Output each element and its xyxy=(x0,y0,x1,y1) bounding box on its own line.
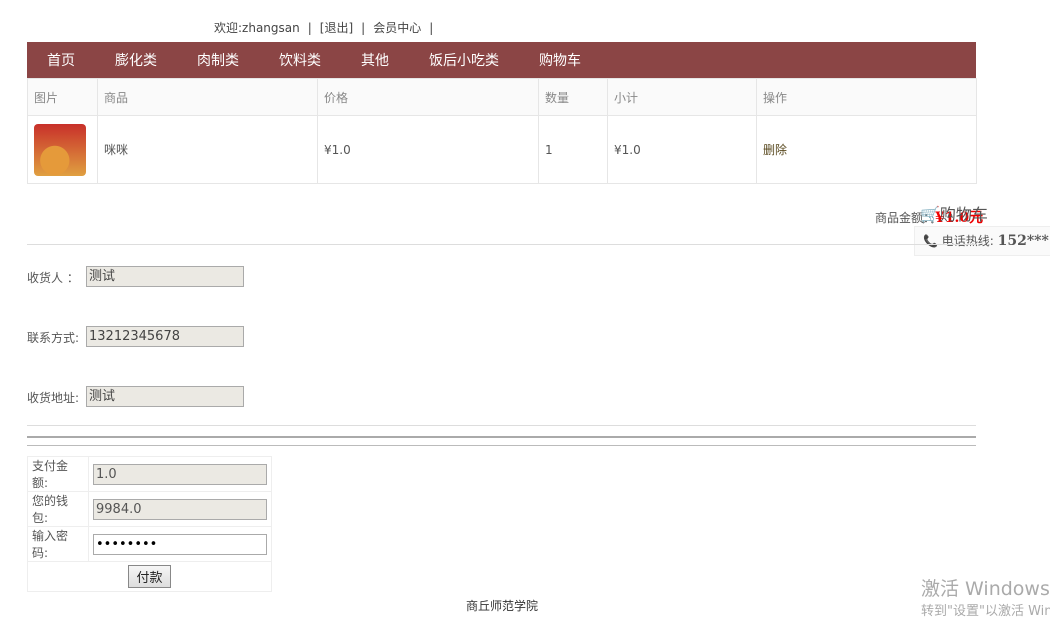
product-subtotal: ¥1.0 xyxy=(607,115,757,184)
col-price: 价格 xyxy=(317,78,539,116)
hotline-box: 📞 电话热线: 152*** xyxy=(914,226,1050,256)
wallet-input[interactable]: 9984.0 xyxy=(93,498,267,520)
divider xyxy=(27,445,976,446)
payment-table: 支付金额: 1.0 您的钱包: 9984.0 输入密码: •••••••• 付款 xyxy=(27,456,272,592)
password-label: 输入密码: xyxy=(27,526,89,562)
separator: | xyxy=(429,21,434,35)
top-bar: 欢迎:zhangsan | [退出] | 会员中心 | xyxy=(210,19,437,36)
logout-link[interactable]: [退出] xyxy=(320,21,353,35)
product-name: 咪咪 xyxy=(97,115,318,184)
cart-table: 图片 商品 价格 数量 小计 操作 咪咪 ¥1.0 1 ¥1.0 删除 xyxy=(27,78,977,184)
col-qty: 数量 xyxy=(538,78,608,116)
activation-watermark-title: 激活 Windows xyxy=(921,578,1050,600)
nav-home[interactable]: 首页 xyxy=(47,50,75,70)
welcome-text: 欢迎:zhangsan xyxy=(214,21,300,35)
footer-text: 商丘师范学院 xyxy=(466,599,539,613)
address-label: 收货地址: xyxy=(27,391,80,405)
col-subtotal: 小计 xyxy=(607,78,757,116)
col-action: 操作 xyxy=(756,78,977,116)
activation-watermark-hint: 转到"设置"以激活 Windows。 xyxy=(921,604,1050,619)
hotline-number: 152*** xyxy=(997,233,1049,249)
nav-drinks[interactable]: 饮料类 xyxy=(279,50,321,70)
cart-icon: 🛒 xyxy=(920,205,940,224)
nav-other[interactable]: 其他 xyxy=(361,50,389,70)
pay-amount-input[interactable]: 1.0 xyxy=(93,463,267,485)
floating-cart[interactable]: 🛒购物车 xyxy=(920,201,988,225)
main-nav: 首页 膨化类 肉制类 饮料类 其他 饭后小吃类 购物车 xyxy=(27,42,976,78)
nav-meat[interactable]: 肉制类 xyxy=(197,50,239,70)
col-product: 商品 xyxy=(97,78,318,116)
separator: | xyxy=(307,21,312,35)
member-center-link[interactable]: 会员中心 xyxy=(373,21,421,35)
divider xyxy=(27,436,976,438)
product-price: ¥1.0 xyxy=(317,115,539,184)
phone-icon: 📞 xyxy=(923,234,938,248)
floating-cart-label: 购物车 xyxy=(939,205,988,224)
nav-snacks[interactable]: 饭后小吃类 xyxy=(429,50,499,70)
delete-link[interactable]: 删除 xyxy=(756,115,977,184)
nav-puffed[interactable]: 膨化类 xyxy=(115,50,157,70)
col-image: 图片 xyxy=(27,78,98,116)
pay-amount-label: 支付金额: xyxy=(27,456,89,492)
product-qty: 1 xyxy=(538,115,608,184)
receiver-input[interactable]: 测试 xyxy=(86,266,244,287)
hotline-label: 电话热线: xyxy=(941,234,998,248)
password-input[interactable]: •••••••• xyxy=(93,533,267,555)
table-row: 咪咪 ¥1.0 1 ¥1.0 删除 xyxy=(27,115,977,184)
divider xyxy=(27,425,976,426)
nav-cart[interactable]: 购物车 xyxy=(539,50,581,70)
pay-button[interactable]: 付款 xyxy=(128,565,171,588)
separator: | xyxy=(361,21,366,35)
receiver-label: 收货人 ： xyxy=(27,271,79,285)
product-image[interactable] xyxy=(34,123,86,176)
contact-input[interactable]: 13212345678 xyxy=(86,326,244,347)
wallet-label: 您的钱包: xyxy=(27,491,89,527)
table-header: 图片 商品 价格 数量 小计 操作 xyxy=(27,78,977,116)
address-input[interactable]: 测试 xyxy=(86,386,244,407)
contact-label: 联系方式: xyxy=(27,331,80,345)
divider xyxy=(27,244,976,245)
